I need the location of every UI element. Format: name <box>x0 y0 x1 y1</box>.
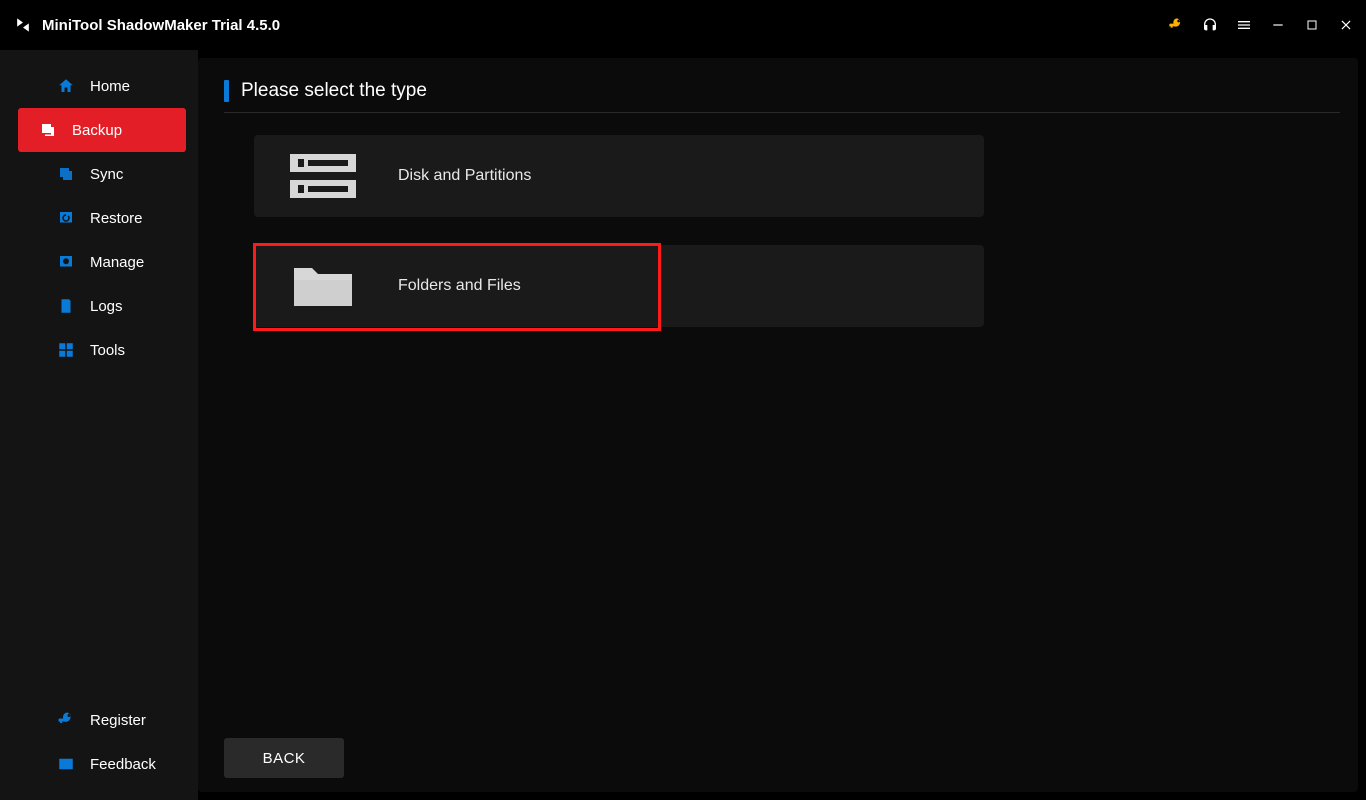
sidebar-item-label: Home <box>90 78 130 95</box>
sidebar-item-label: Restore <box>90 210 143 227</box>
app-title: MiniTool ShadowMaker Trial 4.5.0 <box>42 17 280 34</box>
sidebar-item-label: Tools <box>90 342 125 359</box>
tools-icon <box>56 340 76 360</box>
sidebar-item-label: Feedback <box>90 756 156 773</box>
headphones-icon[interactable] <box>1202 17 1218 33</box>
home-icon <box>56 76 76 96</box>
disk-partitions-icon <box>288 148 358 204</box>
sidebar-item-backup[interactable]: Backup <box>18 108 186 152</box>
sidebar-item-home[interactable]: Home <box>18 64 190 108</box>
close-icon[interactable] <box>1338 17 1354 33</box>
logs-icon <box>56 296 76 316</box>
option-label: Folders and Files <box>398 277 521 295</box>
sidebar: Home Backup Sync Restore Manage Logs <box>0 50 198 800</box>
sidebar-item-register[interactable]: Register <box>18 698 190 742</box>
folder-icon <box>288 258 358 314</box>
minimize-icon[interactable] <box>1270 17 1286 33</box>
sidebar-item-label: Manage <box>90 254 144 271</box>
title-accent-bar <box>224 80 229 102</box>
sidebar-item-label: Register <box>90 712 146 729</box>
sidebar-item-tools[interactable]: Tools <box>18 328 190 372</box>
register-key-icon <box>56 710 76 730</box>
key-icon[interactable] <box>1168 17 1184 33</box>
sidebar-item-label: Backup <box>72 122 122 139</box>
sync-icon <box>56 164 76 184</box>
type-options: Disk and Partitions Folders and Files <box>254 135 984 327</box>
sidebar-item-label: Sync <box>90 166 123 183</box>
sidebar-item-label: Logs <box>90 298 123 315</box>
backup-icon <box>38 120 58 140</box>
sidebar-item-feedback[interactable]: Feedback <box>18 742 190 786</box>
main-panel: Please select the type Disk and Partitio… <box>198 58 1358 792</box>
feedback-mail-icon <box>56 754 76 774</box>
option-folders-files[interactable]: Folders and Files <box>254 245 984 327</box>
manage-icon <box>56 252 76 272</box>
sidebar-item-sync[interactable]: Sync <box>18 152 190 196</box>
window-controls <box>1168 17 1354 33</box>
titlebar: MiniTool ShadowMaker Trial 4.5.0 <box>0 0 1366 50</box>
sidebar-item-logs[interactable]: Logs <box>18 284 190 328</box>
back-button[interactable]: BACK <box>224 738 344 778</box>
page-title-text: Please select the type <box>241 80 427 102</box>
sidebar-item-restore[interactable]: Restore <box>18 196 190 240</box>
option-label: Disk and Partitions <box>398 167 531 185</box>
maximize-icon[interactable] <box>1304 17 1320 33</box>
page-title: Please select the type <box>224 80 1340 113</box>
option-disk-partitions[interactable]: Disk and Partitions <box>254 135 984 217</box>
menu-icon[interactable] <box>1236 17 1252 33</box>
app-logo-icon <box>12 14 34 36</box>
restore-icon <box>56 208 76 228</box>
sidebar-item-manage[interactable]: Manage <box>18 240 190 284</box>
